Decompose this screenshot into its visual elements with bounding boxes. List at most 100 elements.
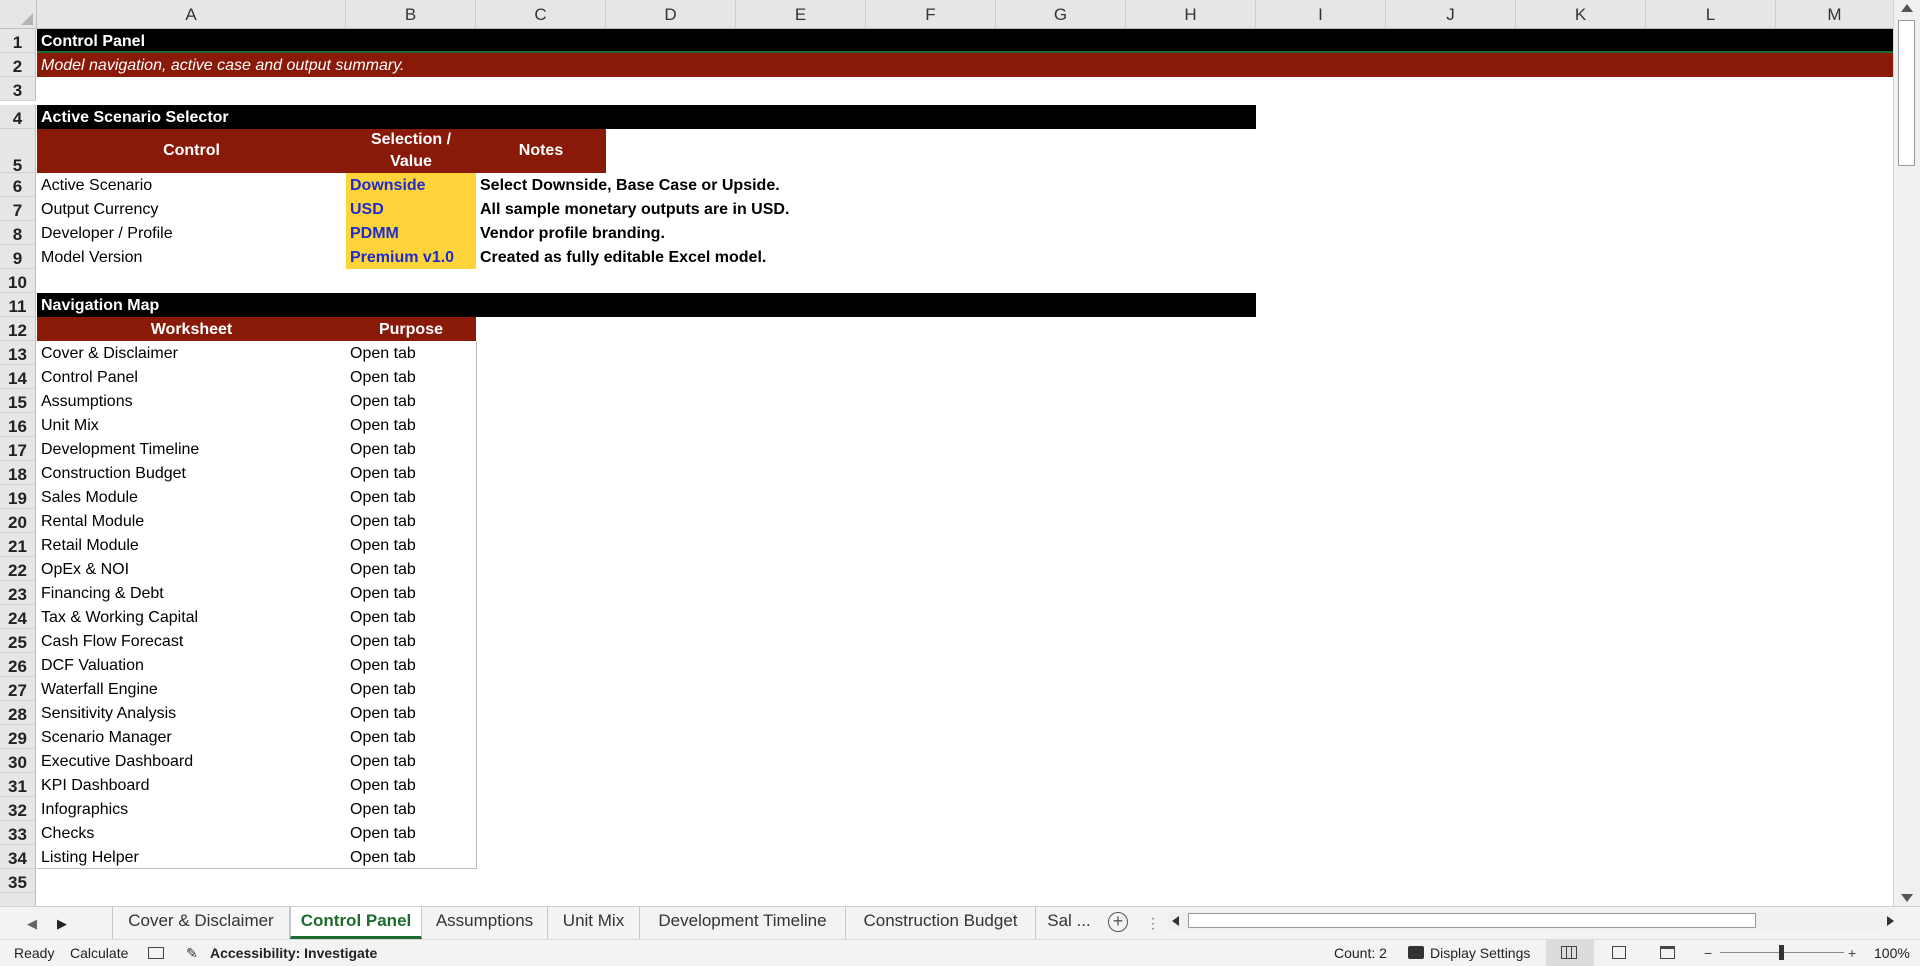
row-number[interactable]: 3 xyxy=(0,77,36,101)
row-number[interactable]: 35 xyxy=(0,869,36,893)
worksheet-name-cell[interactable]: Retail Module xyxy=(37,533,346,557)
column-header-g[interactable]: G xyxy=(996,0,1126,28)
row-number[interactable]: 27 xyxy=(0,677,36,701)
zoom-in-icon[interactable]: + xyxy=(1848,940,1856,966)
currency-value-input[interactable]: USD xyxy=(346,197,476,221)
page-break-preview-icon[interactable] xyxy=(1660,946,1675,959)
column-header-i[interactable]: I xyxy=(1256,0,1386,28)
table-header-notes[interactable]: Notes xyxy=(476,129,606,173)
row-number[interactable]: 18 xyxy=(0,461,36,485)
column-header-d[interactable]: D xyxy=(606,0,736,28)
row-number[interactable]: 9 xyxy=(0,245,36,269)
column-header-k[interactable]: K xyxy=(1516,0,1646,28)
open-tab-link[interactable]: Open tab xyxy=(346,581,476,605)
open-tab-link[interactable]: Open tab xyxy=(346,773,476,797)
worksheet-name-cell[interactable]: Executive Dashboard xyxy=(37,749,346,773)
open-tab-link[interactable]: Open tab xyxy=(346,437,476,461)
normal-view-icon[interactable] xyxy=(1561,946,1577,959)
worksheet-name-cell[interactable]: Scenario Manager xyxy=(37,725,346,749)
row-number[interactable]: 4 xyxy=(0,105,36,129)
row-number[interactable]: 32 xyxy=(0,797,36,821)
row-number[interactable]: 7 xyxy=(0,197,36,221)
open-tab-link[interactable]: Open tab xyxy=(346,629,476,653)
horizontal-scrollbar[interactable] xyxy=(1168,912,1894,930)
open-tab-link[interactable]: Open tab xyxy=(346,389,476,413)
column-header-f[interactable]: F xyxy=(866,0,996,28)
tab-assumptions[interactable]: Assumptions xyxy=(422,907,548,939)
open-tab-link[interactable]: Open tab xyxy=(346,341,476,365)
open-tab-link[interactable]: Open tab xyxy=(346,533,476,557)
row-number[interactable]: 1 xyxy=(0,29,36,53)
table-header-worksheet[interactable]: Worksheet xyxy=(37,317,346,341)
row-number[interactable]: 8 xyxy=(0,221,36,245)
developer-value-input[interactable]: PDMM xyxy=(346,221,476,245)
control-label[interactable]: Developer / Profile xyxy=(37,221,346,245)
scroll-right-icon[interactable] xyxy=(1887,916,1894,926)
column-header-j[interactable]: J xyxy=(1386,0,1516,28)
worksheet-name-cell[interactable]: Financing & Debt xyxy=(37,581,346,605)
row-number[interactable]: 15 xyxy=(0,389,36,413)
tab-splitter-icon[interactable]: ⋮ xyxy=(1146,915,1160,931)
column-header-e[interactable]: E xyxy=(736,0,866,28)
accessibility-icon[interactable]: ✎ xyxy=(186,940,198,966)
macro-recording-icon[interactable] xyxy=(148,947,164,959)
open-tab-link[interactable]: Open tab xyxy=(346,749,476,773)
horizontal-scroll-thumb[interactable] xyxy=(1188,913,1756,928)
worksheet-name-cell[interactable]: Development Timeline xyxy=(37,437,346,461)
control-label[interactable]: Output Currency xyxy=(37,197,346,221)
worksheet-name-cell[interactable]: Control Panel xyxy=(37,365,346,389)
select-all-corner[interactable] xyxy=(0,0,37,28)
column-header-c[interactable]: C xyxy=(476,0,606,28)
tab-unit-mix[interactable]: Unit Mix xyxy=(548,907,640,939)
tab-development-timeline[interactable]: Development Timeline xyxy=(640,907,846,939)
row-number[interactable]: 23 xyxy=(0,581,36,605)
row-number[interactable]: 12 xyxy=(0,317,36,341)
open-tab-link[interactable]: Open tab xyxy=(346,605,476,629)
tab-control-panel[interactable]: Control Panel xyxy=(290,907,422,939)
control-label[interactable]: Model Version xyxy=(37,245,346,269)
row-number[interactable]: 5 xyxy=(0,129,36,175)
open-tab-link[interactable]: Open tab xyxy=(346,509,476,533)
worksheet-name-cell[interactable]: Unit Mix xyxy=(37,413,346,437)
row-number[interactable]: 29 xyxy=(0,725,36,749)
row-number[interactable]: 17 xyxy=(0,437,36,461)
row-number[interactable]: 30 xyxy=(0,749,36,773)
tab-cover-disclaimer[interactable]: Cover & Disclaimer xyxy=(112,907,290,939)
row-number[interactable]: 22 xyxy=(0,557,36,581)
vertical-scroll-thumb[interactable] xyxy=(1898,20,1915,166)
scroll-up-icon[interactable] xyxy=(1901,4,1913,12)
zoom-out-icon[interactable]: − xyxy=(1704,940,1712,966)
worksheet-name-cell[interactable]: Cover & Disclaimer xyxy=(37,341,346,365)
open-tab-link[interactable]: Open tab xyxy=(346,653,476,677)
zoom-level[interactable]: 100% xyxy=(1874,940,1910,966)
worksheet-name-cell[interactable]: OpEx & NOI xyxy=(37,557,346,581)
worksheet-name-cell[interactable]: DCF Valuation xyxy=(37,653,346,677)
vertical-scrollbar[interactable] xyxy=(1893,0,1920,906)
column-header-b[interactable]: B xyxy=(346,0,476,28)
row-number[interactable]: 25 xyxy=(0,629,36,653)
row-number[interactable]: 6 xyxy=(0,173,36,197)
table-header-control[interactable]: Control xyxy=(37,129,346,173)
open-tab-link[interactable]: Open tab xyxy=(346,557,476,581)
status-accessibility[interactable]: Accessibility: Investigate xyxy=(210,940,377,966)
open-tab-link[interactable]: Open tab xyxy=(346,461,476,485)
row-number[interactable]: 19 xyxy=(0,485,36,509)
previous-sheet-icon[interactable]: ◀ xyxy=(22,907,42,940)
worksheet-name-cell[interactable]: Construction Budget xyxy=(37,461,346,485)
open-tab-link[interactable]: Open tab xyxy=(346,365,476,389)
control-note[interactable]: Created as fully editable Excel model. xyxy=(476,245,796,269)
control-note[interactable]: Select Downside, Base Case or Upside. xyxy=(476,173,796,197)
table-header-purpose[interactable]: Purpose xyxy=(346,317,476,341)
row-number[interactable]: 26 xyxy=(0,653,36,677)
open-tab-link[interactable]: Open tab xyxy=(346,845,476,869)
row-number[interactable]: 10 xyxy=(0,269,36,293)
page-layout-icon[interactable] xyxy=(1612,946,1626,959)
status-calculate[interactable]: Calculate xyxy=(70,940,128,966)
section-header-navigation[interactable]: Navigation Map xyxy=(37,293,1256,317)
column-header-a[interactable]: A xyxy=(37,0,346,28)
row-number[interactable]: 31 xyxy=(0,773,36,797)
row-number[interactable]: 13 xyxy=(0,341,36,365)
version-value-input[interactable]: Premium v1.0 xyxy=(346,245,476,269)
column-header-l[interactable]: L xyxy=(1646,0,1776,28)
section-header-scenario[interactable]: Active Scenario Selector xyxy=(37,105,1256,129)
